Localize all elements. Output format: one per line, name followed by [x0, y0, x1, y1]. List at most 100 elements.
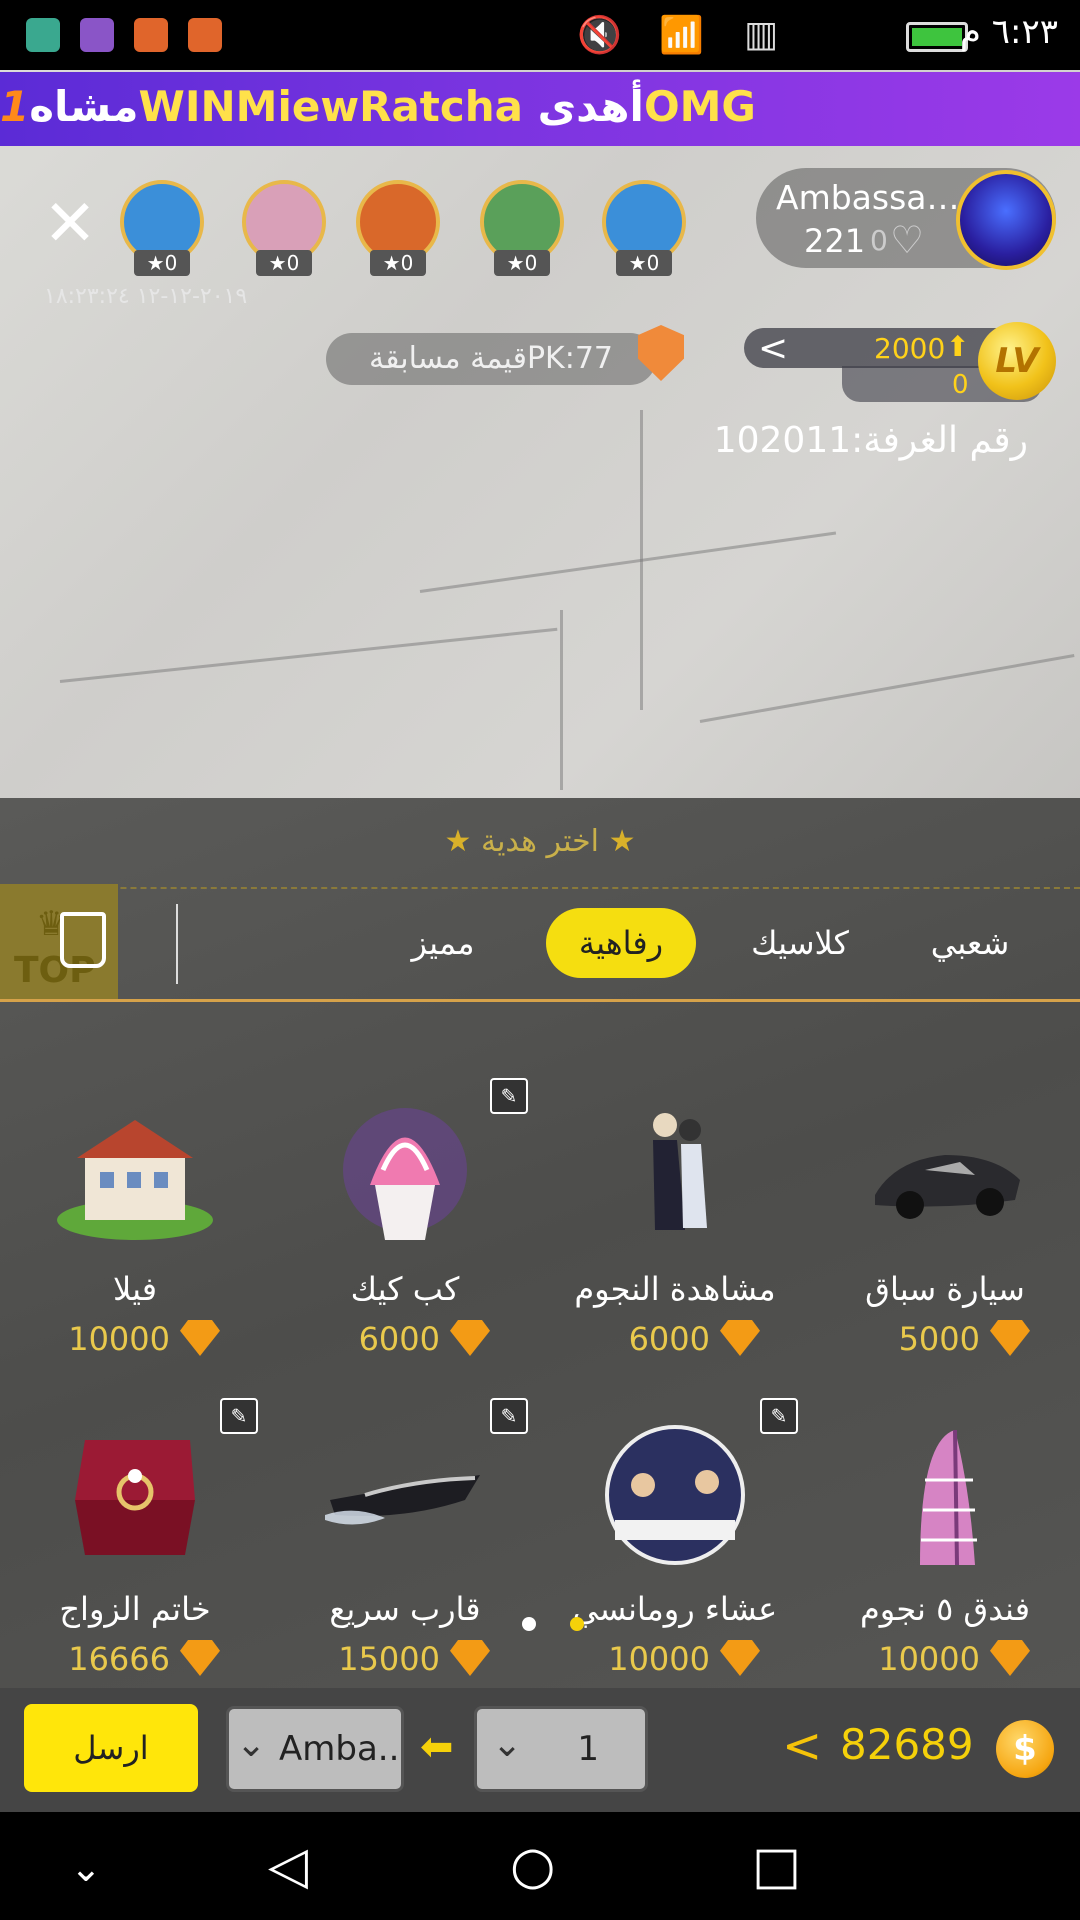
romantic-dinner-icon: [605, 1425, 745, 1565]
level-value: 2000: [874, 332, 946, 365]
banner-gift-name: OMG: [643, 82, 756, 131]
gift-name: قارب سريع: [329, 1590, 481, 1628]
gift-price: 10000: [608, 1640, 710, 1678]
audience-count: 221: [804, 222, 866, 260]
viewer-avatar[interactable]: ★0: [356, 180, 440, 278]
gift-item[interactable]: مشاهدة النجوم 6000: [560, 1080, 790, 1400]
heart-icon[interactable]: ♡: [890, 218, 924, 262]
diamond-icon: [180, 1320, 220, 1356]
viewer-badge: 0: [646, 251, 660, 275]
wedding-ring-icon: [75, 1440, 195, 1555]
cupcake-icon: [343, 1108, 467, 1240]
hotel-icon: [920, 1429, 977, 1566]
viewer-badge: 0: [286, 251, 300, 275]
page-indicator-dot-active[interactable]: [570, 1617, 584, 1631]
banner-gift-word: أهدى: [537, 82, 644, 131]
diamond-icon: [450, 1640, 490, 1676]
gift-banner[interactable]: مشاه1 WINMiewRatcha أهدىOMG: [0, 72, 1080, 146]
chevron-down-icon[interactable]: ⌄: [70, 1846, 102, 1890]
viewer-badge: 0: [524, 251, 538, 275]
diamond-icon: [990, 1320, 1030, 1356]
viewer-avatar[interactable]: ★0: [480, 180, 564, 278]
divider: [0, 887, 1080, 889]
banner-rank: 1: [0, 82, 30, 131]
star-icon: ★: [146, 251, 165, 275]
chevron-down-icon[interactable]: ⌄: [492, 1724, 522, 1765]
tab-divider: [176, 904, 178, 984]
chevron-left-icon[interactable]: <: [758, 328, 788, 369]
send-button[interactable]: ارسل: [24, 1704, 198, 1792]
banner-prefix: مشاه: [29, 82, 139, 131]
gift-item[interactable]: فيلا 10000: [20, 1080, 250, 1400]
level-coin-label: LV: [995, 341, 1039, 381]
status-bar: 🔇 📶 ▥ ٦:٢٣ م: [0, 0, 1080, 70]
gift-item[interactable]: فندق ٥ نجوم 10000: [830, 1400, 1060, 1720]
viewer-badge: 0: [400, 251, 414, 275]
viewer-avatar[interactable]: ★0: [120, 180, 204, 278]
villa-icon: [57, 1120, 213, 1240]
gift-price: 6000: [628, 1320, 710, 1358]
close-button[interactable]: ✕: [40, 192, 100, 256]
badge-icon: ✎: [490, 1398, 528, 1434]
pk-score[interactable]: قيمة مسابقةPK:77: [326, 333, 656, 385]
race-car-icon: [875, 1155, 1020, 1219]
gift-price: 16666: [68, 1640, 170, 1678]
viewer-avatar[interactable]: ★0: [242, 180, 326, 278]
gift-price: 10000: [878, 1640, 980, 1678]
star-icon: ★: [382, 251, 401, 275]
tab-underline: [0, 999, 1080, 1002]
music-app-icon: [188, 18, 222, 52]
diamond-icon: [720, 1320, 760, 1356]
gift-price: 15000: [338, 1640, 440, 1678]
diamond-icon: [450, 1320, 490, 1356]
star-icon: ★: [506, 251, 525, 275]
gift-name: عشاء رومانسي: [572, 1590, 778, 1628]
host-likes: 0: [870, 224, 888, 257]
gift-name: فيلا: [112, 1270, 158, 1308]
gift-name: مشاهدة النجوم: [574, 1270, 776, 1308]
gift-name: خاتم الزواج: [59, 1590, 211, 1628]
close-icon[interactable]: ✕: [43, 187, 97, 261]
battery-icon: [906, 22, 968, 52]
bag-icon[interactable]: [60, 912, 106, 968]
gift-item[interactable]: ✎ كب كيك 6000: [290, 1078, 528, 1400]
choose-gift-title: ★ اختر هدية ★: [0, 824, 1080, 859]
star-icon: ★: [608, 824, 636, 859]
choose-gift-label: اختر هدية: [480, 824, 600, 859]
chevron-left-icon[interactable]: <: [782, 1718, 822, 1774]
gift-item[interactable]: ✎ عشاء رومانسي 10000: [560, 1398, 798, 1720]
tab-classic[interactable]: كلاسيك: [730, 908, 870, 978]
banner-winner: WINMiewRatcha: [138, 82, 524, 131]
gift-item[interactable]: سيارة سباق 5000: [830, 1080, 1060, 1400]
speedboat-icon: [325, 1475, 480, 1525]
gift-name: سيارة سباق: [865, 1270, 1025, 1308]
tab-luxury[interactable]: رفاهية: [546, 908, 696, 978]
chevron-down-icon[interactable]: ⌄: [236, 1724, 266, 1765]
viewer-badge: 0: [164, 251, 178, 275]
timestamp: ٢٠١٩-١٢-١٢ ١٨:٢٣:٢٤: [44, 284, 248, 309]
gift-item[interactable]: ✎ خاتم الزواج 16666: [20, 1398, 258, 1720]
gallery-app-icon: [80, 18, 114, 52]
tab-popular[interactable]: شعبي: [910, 908, 1030, 978]
page-indicator-dot[interactable]: [522, 1617, 536, 1631]
gift-price: 5000: [898, 1320, 980, 1358]
room-number: رقم الغرفة:102011: [713, 420, 1028, 461]
viewer-avatar[interactable]: ★0: [602, 180, 686, 278]
level-sub-value: 0: [952, 370, 969, 400]
coin-symbol: $: [1013, 1729, 1037, 1769]
home-icon[interactable]: ○: [510, 1836, 555, 1896]
tab-special[interactable]: مميز: [388, 908, 498, 978]
star-icon: ★: [268, 251, 287, 275]
badge-icon: ✎: [490, 1078, 528, 1114]
coin-icon[interactable]: $: [996, 1720, 1054, 1778]
host-avatar[interactable]: [956, 170, 1056, 270]
gift-item[interactable]: ✎ قارب سريع 15000: [290, 1398, 528, 1720]
back-icon[interactable]: ◁: [268, 1836, 308, 1896]
android-app-icon: [26, 18, 60, 52]
level-coin-icon[interactable]: LV: [978, 322, 1056, 400]
diamond-icon: [990, 1640, 1030, 1676]
coin-balance: 82689: [840, 1720, 974, 1769]
badge-icon: ✎: [220, 1398, 258, 1434]
recents-icon[interactable]: □: [752, 1836, 801, 1896]
arrow-up-icon: ⬆: [946, 330, 970, 363]
